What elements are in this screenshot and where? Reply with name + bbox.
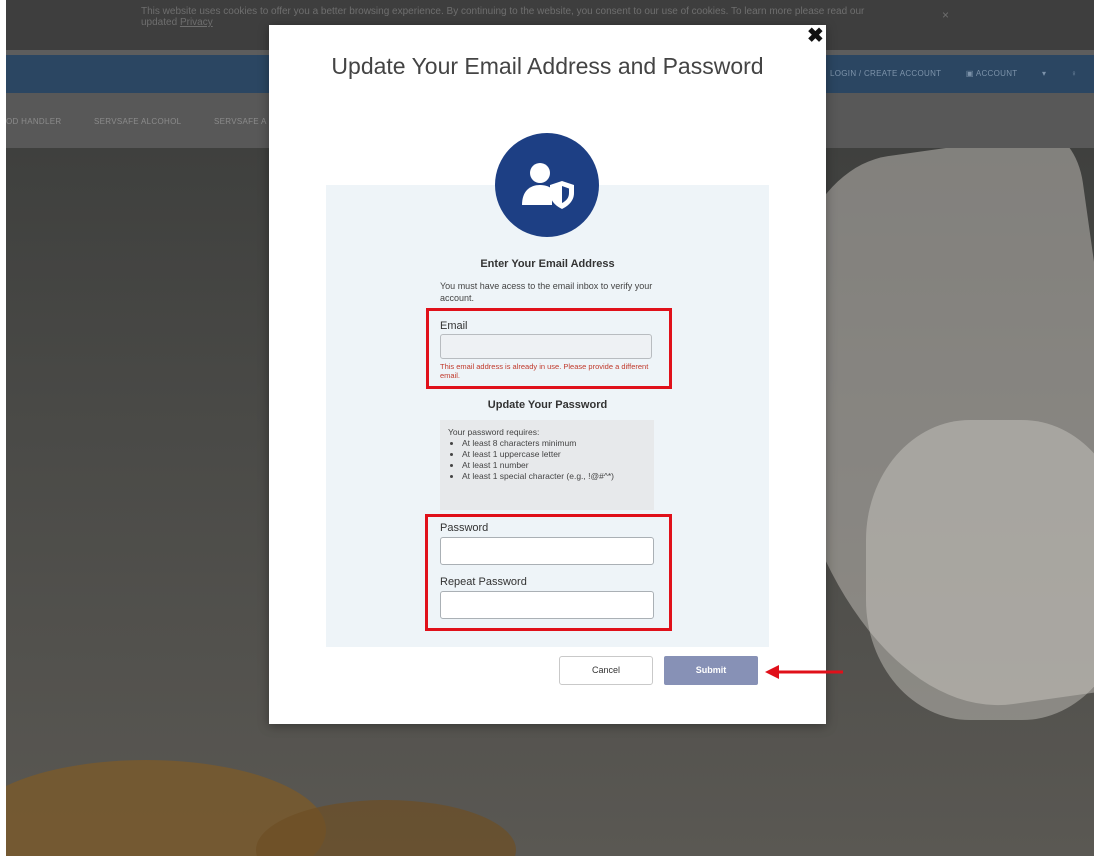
- account-label: ACCOUNT: [975, 69, 1018, 78]
- nav-item-servsafe-allergens[interactable]: SERVSAFE A: [214, 117, 267, 126]
- header-account-links: LOGIN / CREATE ACCOUNT ▣ ACCOUNT ▾ ♀: [830, 69, 1094, 78]
- password-section-title: Update Your Password: [487, 399, 608, 411]
- user-shield-glyph: [522, 163, 574, 209]
- password-highlight-box: [425, 514, 672, 631]
- background-cloth-fold: [866, 420, 1094, 720]
- email-highlight-box: [426, 308, 672, 389]
- requirement-item: At least 1 number: [462, 460, 646, 471]
- requirement-item: At least 1 uppercase letter: [462, 449, 646, 460]
- requirements-list: At least 8 characters minimum At least 1…: [448, 438, 646, 482]
- privacy-link[interactable]: Privacy: [180, 17, 213, 28]
- email-help-text: You must have acess to the email inbox t…: [440, 281, 653, 303]
- modal-title: Update Your Email Address and Password: [331, 53, 764, 79]
- cancel-button[interactable]: Cancel: [559, 656, 653, 685]
- close-icon[interactable]: ✖: [807, 23, 824, 48]
- cookie-close-icon[interactable]: ×: [942, 8, 949, 22]
- login-create-account-link[interactable]: LOGIN / CREATE ACCOUNT: [830, 69, 941, 78]
- requirement-item: At least 8 characters minimum: [462, 438, 646, 449]
- annotation-arrow-icon: [765, 665, 843, 679]
- update-credentials-modal: ✖ Update Your Email Address and Password…: [269, 25, 826, 724]
- password-requirements: Your password requires: At least 8 chara…: [440, 420, 654, 510]
- nav-item-servsafe-alcohol[interactable]: SERVSAFE ALCOHOL: [94, 117, 181, 126]
- submit-button[interactable]: Submit: [664, 656, 758, 685]
- user-shield-icon: [495, 133, 599, 237]
- requirement-item: At least 1 special character (e.g., !@#^…: [462, 471, 646, 482]
- location-icon[interactable]: ♀: [1071, 69, 1077, 78]
- nav-item-food-handler[interactable]: OD HANDLER: [6, 117, 61, 126]
- account-menu[interactable]: ▣ ACCOUNT ▾: [966, 69, 1046, 78]
- requirements-title: Your password requires:: [448, 427, 540, 437]
- email-section-title: Enter Your Email Address: [480, 258, 615, 270]
